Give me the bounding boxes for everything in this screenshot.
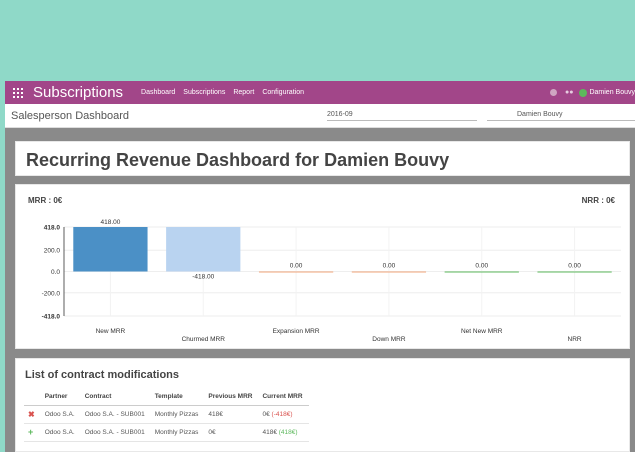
dashboard-content: Recurring Revenue Dashboard for Damien B…	[5, 128, 635, 452]
contract-modifications-panel: List of contract modifications Partner C…	[15, 358, 630, 452]
menu-item-subscriptions[interactable]: Subscriptions	[183, 89, 225, 96]
page-title: Recurring Revenue Dashboard for Damien B…	[26, 150, 450, 170]
y-tick-label: 0.0	[51, 269, 60, 276]
chart-bar	[258, 271, 334, 273]
x-tick-label: Churmed MRR	[182, 336, 226, 343]
added-icon: +	[28, 427, 34, 437]
activity-icon[interactable]	[550, 89, 557, 96]
chart-bar	[351, 271, 427, 273]
data-label: 0.00	[290, 263, 303, 270]
current-value: 418€	[262, 428, 277, 436]
chart-bar	[73, 227, 148, 272]
list-title: List of contract modifications	[25, 369, 180, 381]
systray: ●● Damien Bouvy	[550, 88, 635, 97]
chart-panel: MRR : 0€ NRR : 0€ 418.0 200.0 0.0 -200.0 -41…	[15, 184, 630, 349]
table-header-row: Partner Contract Template Previous MRR C…	[24, 392, 309, 406]
user-status-icon	[579, 88, 588, 97]
cell-partner: Odoo S.A.	[40, 423, 81, 442]
cell-partner: Odoo S.A.	[40, 405, 81, 424]
salesperson-selector[interactable]: Damien Bouvy	[487, 111, 635, 121]
data-label: 0.00	[383, 263, 396, 270]
col-partner: Partner	[40, 392, 81, 406]
y-tick-label: 200.0	[44, 248, 61, 255]
top-navbar: Subscriptions Dashboard Subscriptions Re…	[5, 81, 635, 104]
col-template: Template	[150, 392, 205, 406]
x-tick-label: NRR	[568, 336, 582, 343]
x-tick-label: Net New MRR	[461, 328, 503, 335]
cell-current-mrr: 418€ (418€)	[258, 423, 309, 442]
breadcrumb: Salesperson Dashboard	[11, 110, 130, 122]
data-label: 418.00	[100, 219, 120, 226]
y-tick-label: 418.0	[44, 225, 61, 232]
user-menu[interactable]: Damien Bouvy	[589, 89, 635, 96]
mrr-bar-chart: 418.0 200.0 0.0 -200.0 -418.0 418.00 New MRR -4…	[42, 219, 621, 343]
data-label: 0.00	[568, 263, 581, 270]
mrr-delta: (-418€)	[271, 410, 293, 418]
col-contract: Contract	[80, 392, 151, 406]
chart-bar	[166, 227, 241, 272]
removed-icon: ✖	[28, 409, 35, 419]
menu-item-configuration[interactable]: Configuration	[262, 89, 304, 96]
data-label: -418.00	[192, 274, 214, 281]
control-panel: Salesperson Dashboard 2016-09 Damien Bou…	[5, 104, 635, 128]
main-menu: Dashboard Subscriptions Report Configura…	[141, 89, 312, 96]
cell-previous-mrr: 418€	[204, 405, 259, 424]
data-label: 0.00	[475, 263, 488, 270]
current-value: 0€	[262, 410, 270, 418]
menu-item-report[interactable]: Report	[233, 89, 254, 96]
apps-menu-icon[interactable]	[13, 87, 23, 98]
cell-contract[interactable]: Odoo S.A. - SUB001	[80, 405, 151, 424]
cell-template: Monthly Pizzas	[150, 405, 205, 424]
x-tick-label: New MRR	[96, 328, 126, 335]
cell-current-mrr: 0€ (-418€)	[258, 405, 309, 424]
cell-previous-mrr: 0€	[204, 423, 259, 442]
col-icon	[24, 392, 41, 406]
chart-bar	[537, 271, 612, 273]
x-tick-label: Down MRR	[372, 336, 406, 343]
x-tick-label: Expansion MRR	[273, 328, 320, 335]
app-title[interactable]: Subscriptions	[33, 84, 123, 101]
contract-modifications-table: Partner Contract Template Previous MRR C…	[24, 392, 309, 442]
menu-item-dashboard[interactable]: Dashboard	[141, 89, 175, 96]
chat-icon[interactable]: ●●	[565, 89, 573, 96]
chart-bar	[444, 271, 519, 273]
cell-contract[interactable]: Odoo S.A. - SUB001	[80, 423, 151, 442]
col-current-mrr: Current MRR	[258, 392, 309, 406]
cell-template: Monthly Pizzas	[150, 423, 205, 442]
date-selector[interactable]: 2016-09	[327, 111, 477, 121]
table-row[interactable]: + Odoo S.A. Odoo S.A. - SUB001 Monthly P…	[24, 423, 309, 442]
mrr-delta: (418€)	[278, 428, 298, 436]
col-previous-mrr: Previous MRR	[204, 392, 259, 406]
dashboard-title-panel: Recurring Revenue Dashboard for Damien B…	[15, 141, 630, 176]
y-tick-label: -200.0	[42, 290, 61, 297]
table-row[interactable]: ✖ Odoo S.A. Odoo S.A. - SUB001 Monthly P…	[24, 405, 309, 424]
y-tick-label: -418.0	[42, 314, 61, 321]
